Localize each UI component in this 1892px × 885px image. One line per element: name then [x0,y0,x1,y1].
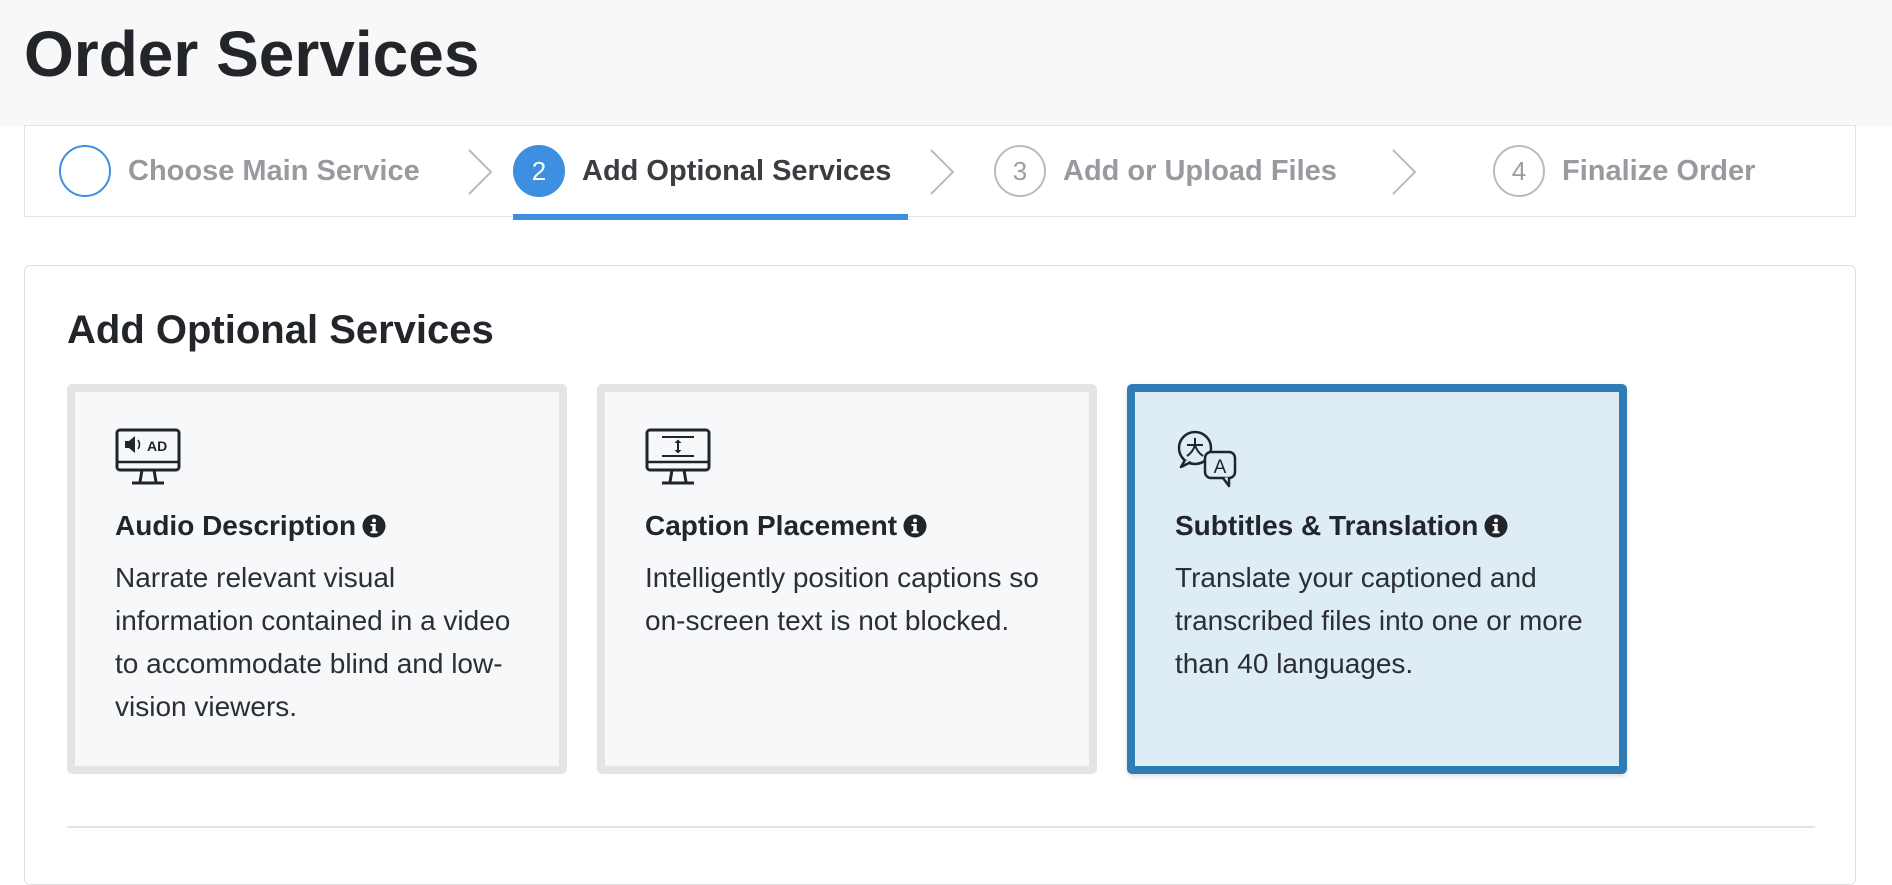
option-description: Narrate relevant visual information cont… [115,562,511,722]
chevron-right-icon [1392,149,1417,195]
chevron-right-icon [930,149,955,195]
svg-text:AD: AD [147,438,167,454]
step-choose-main-service[interactable]: Choose Main Service [59,126,420,216]
optional-services-panel: Add Optional Services AD Audio Descripti… [24,265,1856,885]
step-3-label: Add or Upload Files [1063,154,1337,187]
step-1-label: Choose Main Service [128,154,420,187]
step-3-circle: 3 [994,145,1046,197]
step-4-label: Finalize Order [1562,154,1756,187]
option-title-text: Caption Placement [645,510,898,541]
option-title-text: Audio Description [115,510,357,541]
translation-bubbles-icon: A [1177,430,1237,488]
option-title: Caption Placement [645,510,927,542]
option-card-caption-placement[interactable]: Caption Placement Intelligently position… [597,384,1097,774]
step-4-circle: 4 [1493,145,1545,197]
info-icon[interactable] [903,514,927,538]
option-card-audio-description[interactable]: AD Audio Description Narrate relevant vi… [67,384,567,774]
option-title: Audio Description [115,510,386,542]
section-title: Add Optional Services [67,308,494,352]
chevron-right-icon [468,149,493,195]
step-finalize-order[interactable]: 4 Finalize Order [1493,126,1755,216]
step-1-circle [59,145,111,197]
active-step-indicator [513,214,908,220]
page-title: Order Services [24,18,480,90]
step-add-or-upload-files[interactable]: 3 Add or Upload Files [994,126,1337,216]
info-icon[interactable] [362,514,386,538]
option-title-text: Subtitles & Translation [1175,510,1479,541]
svg-text:A: A [1214,457,1227,478]
section-divider [67,826,1815,828]
caption-placement-monitor-icon [645,428,711,485]
step-2-label: Add Optional Services [582,154,892,187]
audio-description-monitor-icon: AD [115,428,181,485]
option-card-subtitles-translation[interactable]: A Subtitles & Translation Translate your… [1127,384,1627,774]
info-icon[interactable] [1484,514,1508,538]
option-title: Subtitles & Translation [1175,510,1508,542]
page-header: Order Services [0,0,1892,126]
step-2-circle: 2 [513,145,565,197]
order-stepper: Choose Main Service 2 Add Optional Servi… [24,125,1856,220]
option-description: Translate your captioned and transcribed… [1175,562,1583,679]
step-add-optional-services[interactable]: 2 Add Optional Services [513,126,908,220]
option-description: Intelligently position captions so on-sc… [645,562,1039,636]
